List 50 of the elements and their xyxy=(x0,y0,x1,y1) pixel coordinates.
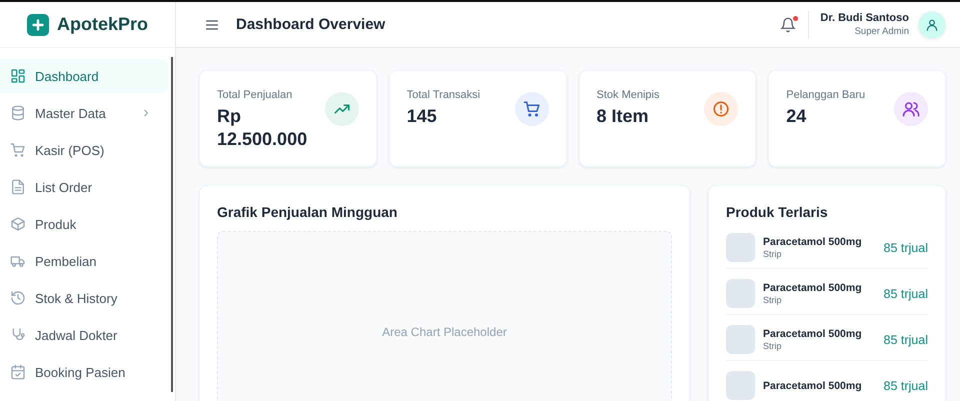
database-icon xyxy=(10,105,26,121)
cart-icon xyxy=(10,142,26,158)
brand-name: ApotekPro xyxy=(56,14,148,35)
product-thumbnail xyxy=(726,233,755,262)
stethoscope-icon xyxy=(10,327,26,343)
sidebar-item[interactable]: Master Data xyxy=(0,96,168,130)
product-unit: Strip xyxy=(763,295,783,305)
stat-label: Total Penjualan xyxy=(217,89,294,101)
product-thumbnail xyxy=(726,279,755,308)
stat-label: Total Transaksi xyxy=(406,89,480,101)
sold-count: 85 trjual xyxy=(884,378,928,392)
stat-value: 24 xyxy=(786,105,808,128)
plus-logo-icon xyxy=(26,14,49,36)
product-name: Paracetamol 500mg xyxy=(763,380,863,392)
product-thumbnail xyxy=(726,371,755,400)
stat-label: Pelanggan Baru xyxy=(786,89,866,101)
product-unit: Strip xyxy=(763,341,783,351)
card-title: Produk Terlaris xyxy=(726,204,829,220)
document-icon xyxy=(10,179,26,195)
sidebar-item[interactable]: Dashboard xyxy=(0,59,168,93)
stat-value: 8 Item xyxy=(596,105,650,128)
sold-count: 85 trjual xyxy=(884,240,928,254)
avatar-icon[interactable] xyxy=(918,10,946,38)
notification-bell-icon[interactable] xyxy=(780,16,796,32)
sold-count: 85 trjual xyxy=(884,286,928,300)
sidebar-item[interactable]: Booking Pasien xyxy=(0,355,168,389)
calendar-icon xyxy=(10,364,26,380)
sidebar-item[interactable]: Jadwal Dokter xyxy=(0,318,168,352)
card-title: Grafik Penjualan Mingguan xyxy=(217,204,398,220)
stat-value: 145 xyxy=(406,105,438,128)
sidebar-item[interactable]: Pembelian xyxy=(0,244,168,278)
user-role: Super Admin xyxy=(854,26,909,37)
sidebar-item[interactable]: Kasir (POS) xyxy=(0,133,168,167)
sidebar-item[interactable]: Stok & History xyxy=(0,281,168,315)
user-name: Dr. Budi Santoso xyxy=(820,12,909,24)
history-icon xyxy=(10,290,26,306)
product-name: Paracetamol 500mg xyxy=(763,236,863,248)
sold-count: 85 trjual xyxy=(884,332,928,346)
product-name: Paracetamol 500mg xyxy=(763,282,863,294)
product-name: Paracetamol 500mg xyxy=(763,328,863,340)
box-icon xyxy=(10,216,26,232)
page-title: Dashboard Overview xyxy=(236,16,386,33)
sidebar-item[interactable]: List Order xyxy=(0,170,168,204)
product-unit: Strip xyxy=(763,249,783,259)
stat-value: Rp 12.500.000 xyxy=(217,105,308,152)
sidebar-item[interactable]: Produk xyxy=(0,207,168,241)
chart-placeholder-text: Area Chart Placeholder xyxy=(382,325,507,339)
grid-icon xyxy=(10,68,26,84)
stat-label: Stok Menipis xyxy=(596,89,660,101)
product-thumbnail xyxy=(726,325,755,354)
